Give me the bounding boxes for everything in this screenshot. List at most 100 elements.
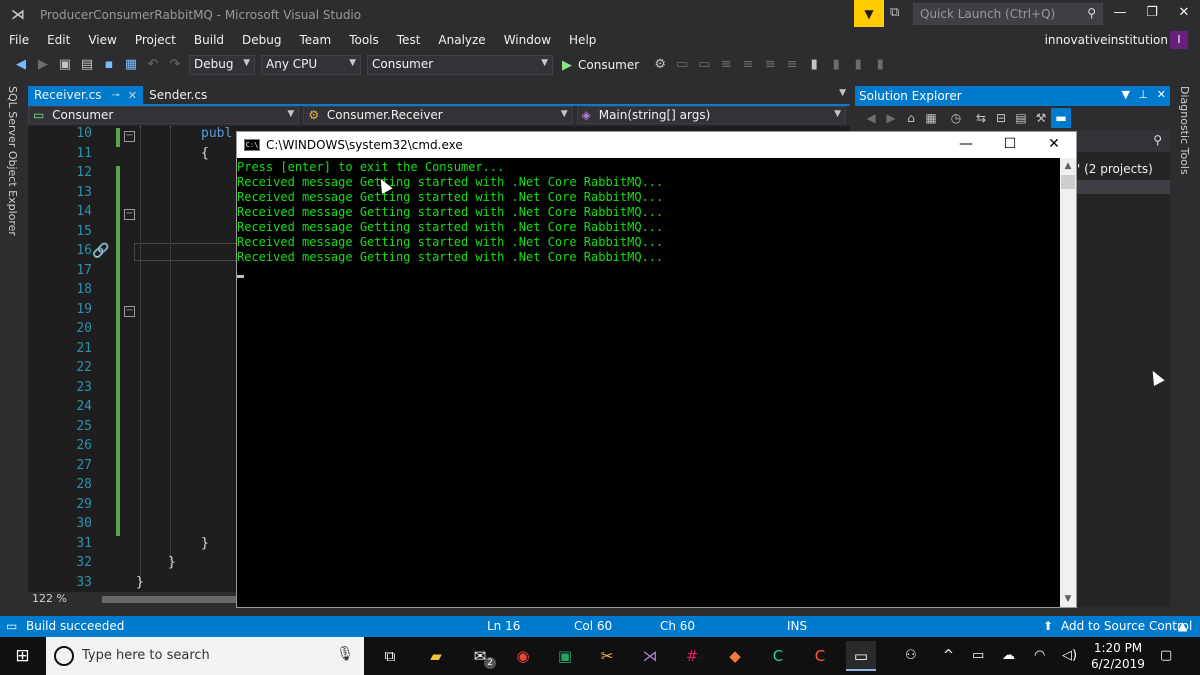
member-dropdown[interactable]: ◈ Main(string[] args) ▼ xyxy=(576,106,846,124)
cmd-title-bar[interactable]: C:\ C:\WINDOWS\system32\cmd.exe — ☐ ✕ xyxy=(237,132,1076,158)
chrome-icon[interactable]: ◉ xyxy=(508,641,538,671)
solution-node[interactable]: ' (2 projects) xyxy=(1077,162,1153,176)
open-file-icon[interactable]: ▤ xyxy=(76,55,98,75)
menu-test[interactable]: Test xyxy=(388,33,430,47)
cmd-vertical-scrollbar[interactable]: ▲ ▼ xyxy=(1060,158,1076,607)
properties-icon[interactable]: ⚒ xyxy=(1031,108,1051,128)
slack-icon[interactable]: # xyxy=(677,641,707,671)
next-bookmark-icon[interactable]: ▮ xyxy=(847,55,869,75)
console-output[interactable]: Press [enter] to exit the Consumer... Re… xyxy=(237,158,1061,607)
type-dropdown[interactable]: ⚙ Consumer.Receiver ▼ xyxy=(303,106,573,124)
menu-tools[interactable]: Tools xyxy=(340,33,388,47)
unindent-icon[interactable]: ≡ xyxy=(781,55,803,75)
diagnostic-tools-tab[interactable]: Diagnostic Tools xyxy=(1178,86,1191,175)
output-icon[interactable]: ▭ xyxy=(6,619,17,633)
menu-window[interactable]: Window xyxy=(495,33,560,47)
redo-icon[interactable]: ↷ xyxy=(164,55,186,75)
menu-project[interactable]: Project xyxy=(126,33,185,47)
scroll-up-icon[interactable]: ▲ xyxy=(1060,158,1076,174)
solution-platform-select[interactable]: Any CPU ▼ xyxy=(261,55,361,75)
tab-receiver[interactable]: Receiver.cs ⊸ ✕ xyxy=(28,86,144,104)
office-icon[interactable]: ◆ xyxy=(720,641,750,671)
menu-view[interactable]: View xyxy=(79,33,125,47)
onedrive-icon[interactable]: ☁ xyxy=(1002,637,1015,675)
indent-icon[interactable]: ≡ xyxy=(715,55,737,75)
show-all-files-icon[interactable]: ▤ xyxy=(1011,108,1031,128)
action-center-icon[interactable]: ▢ xyxy=(1160,637,1172,675)
excel-icon[interactable]: ▣ xyxy=(550,641,580,671)
back-icon[interactable]: ◀ xyxy=(861,108,881,128)
start-debugging-icon[interactable]: ▶ xyxy=(562,58,572,73)
tab-overflow-icon[interactable]: ▼ xyxy=(839,88,846,98)
file-explorer-icon[interactable]: ▰ xyxy=(421,641,451,671)
project-dropdown[interactable]: ▭ Consumer ▼ xyxy=(28,106,300,124)
preview-icon[interactable]: ▬ xyxy=(1051,108,1071,128)
quick-launch-input[interactable]: Quick Launch (Ctrl+Q) ⚲ xyxy=(913,3,1103,25)
forward-icon[interactable]: ▶ xyxy=(881,108,901,128)
pin-icon[interactable]: ⊸ xyxy=(111,90,119,101)
account-name[interactable]: innovativeinstitution xyxy=(1045,30,1168,50)
menu-analyze[interactable]: Analyze xyxy=(429,33,494,47)
wifi-icon[interactable]: ◠ xyxy=(1034,637,1045,675)
taskbar-clock[interactable]: 1:20 PM 6/2/2019 xyxy=(1090,640,1146,672)
tab-sender[interactable]: Sender.cs xyxy=(143,86,213,104)
avatar[interactable]: I xyxy=(1170,31,1188,49)
cmd-maximize-button[interactable]: ☐ xyxy=(988,132,1032,158)
horizontal-scrollbar[interactable] xyxy=(102,596,242,603)
notifications-flag-icon[interactable]: ▼ xyxy=(854,0,884,27)
undo-icon[interactable]: ↶ xyxy=(142,55,164,75)
menu-debug[interactable]: Debug xyxy=(233,33,290,47)
close-icon[interactable]: ✕ xyxy=(1157,88,1166,101)
new-project-icon[interactable]: ▣ xyxy=(54,55,76,75)
startup-project-select[interactable]: Consumer ▼ xyxy=(367,55,553,75)
recorder-icon[interactable]: C xyxy=(805,641,835,671)
windows-start-icon[interactable]: ⊞ xyxy=(0,637,45,675)
cmd-close-button[interactable]: ✕ xyxy=(1032,132,1076,158)
pending-changes-icon[interactable]: ◷ xyxy=(941,108,971,128)
close-icon[interactable]: ✕ xyxy=(128,89,137,102)
navigate-back-icon[interactable]: ◀ xyxy=(10,55,32,75)
menu-build[interactable]: Build xyxy=(185,33,233,47)
prev-bookmark-icon[interactable]: ▮ xyxy=(825,55,847,75)
sync-icon[interactable]: ⇆ xyxy=(971,108,991,128)
menu-edit[interactable]: Edit xyxy=(38,33,79,47)
home-icon[interactable]: ⌂ xyxy=(901,108,921,128)
browser-link-icon[interactable]: ⚙ xyxy=(649,55,671,75)
pin-icon[interactable]: ⊥ xyxy=(1138,88,1148,101)
taskbar-search-input[interactable]: Type here to search 🎙 xyxy=(46,637,364,675)
volume-icon[interactable]: ◁) xyxy=(1062,637,1077,675)
save-icon[interactable]: ▪ xyxy=(98,55,120,75)
menu-file[interactable]: File xyxy=(0,33,38,47)
menu-help[interactable]: Help xyxy=(560,33,605,47)
minimize-button[interactable]: — xyxy=(1104,0,1136,26)
battery-icon[interactable]: ▭ xyxy=(972,637,984,675)
uncomment-icon[interactable]: ▭ xyxy=(693,55,715,75)
zoom-level[interactable]: 122 % xyxy=(32,592,67,605)
menu-team[interactable]: Team xyxy=(290,33,340,47)
camtasia-icon[interactable]: C xyxy=(763,641,793,671)
solution-configuration-select[interactable]: Debug ▼ xyxy=(189,55,255,75)
task-view-icon[interactable]: ⧉ xyxy=(375,641,405,671)
clear-bookmarks-icon[interactable]: ▮ xyxy=(869,55,891,75)
close-button[interactable]: ✕ xyxy=(1168,0,1200,26)
sql-server-object-explorer-tab[interactable]: SQL Server Object Explorer xyxy=(6,86,19,236)
feedback-icon[interactable]: ⧉ xyxy=(890,5,910,23)
visual-studio-taskbar-icon[interactable]: ⋊ xyxy=(635,641,665,671)
collapse-all-icon[interactable]: ⊟ xyxy=(991,108,1011,128)
start-debugging-button[interactable]: Consumer xyxy=(578,58,639,72)
save-all-icon[interactable]: ▦ xyxy=(120,55,142,75)
chevron-down-icon[interactable]: ▼ xyxy=(1122,88,1130,101)
bookmark-icon[interactable]: ▮ xyxy=(803,55,825,75)
cmd-taskbar-icon[interactable]: ▭ xyxy=(846,641,876,671)
switch-views-icon[interactable]: ▦ xyxy=(921,108,941,128)
navigate-forward-icon[interactable]: ▶ xyxy=(32,55,54,75)
snip-tool-icon[interactable]: ✂ xyxy=(592,641,622,671)
scroll-down-icon[interactable]: ▼ xyxy=(1060,591,1076,607)
outdent-icon[interactable]: ≡ xyxy=(737,55,759,75)
chevron-up-icon[interactable]: ▲ xyxy=(1178,619,1187,633)
format-icon[interactable]: ≡ xyxy=(759,55,781,75)
restore-button[interactable]: ❐ xyxy=(1136,0,1168,26)
add-to-source-control-button[interactable]: Add to Source Control xyxy=(1061,619,1192,633)
scrollbar-thumb[interactable] xyxy=(1061,175,1075,189)
cmd-minimize-button[interactable]: — xyxy=(944,132,988,158)
